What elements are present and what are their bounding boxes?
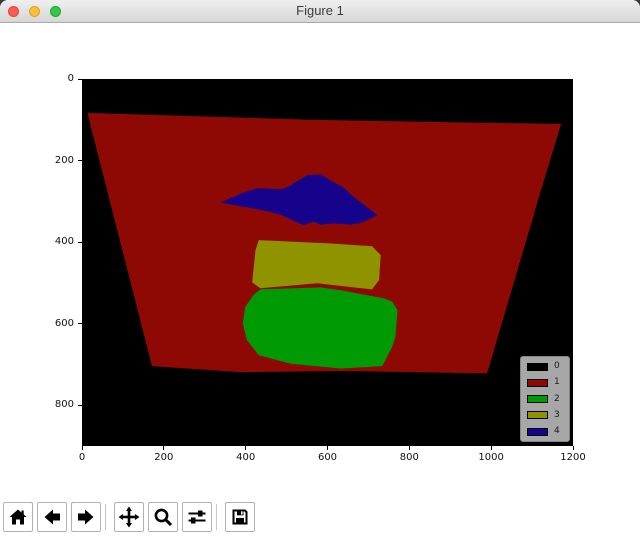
x-tick bbox=[327, 446, 328, 450]
legend-label: 0 bbox=[554, 362, 560, 371]
y-tick bbox=[78, 160, 82, 161]
y-tick-label: 800 bbox=[32, 399, 74, 410]
y-tick bbox=[78, 323, 82, 324]
legend-label: 1 bbox=[554, 378, 560, 387]
x-tick bbox=[82, 446, 83, 450]
save-icon bbox=[229, 506, 251, 528]
figure-canvas: 0 200 400 600 800 1000 1200 0 200 400 600 800 0 1 2 3 4 bbox=[0, 23, 640, 536]
forward-button[interactable] bbox=[71, 502, 101, 532]
y-tick-label: 600 bbox=[32, 318, 74, 329]
configure-subplots-icon bbox=[186, 506, 208, 528]
y-tick-label: 0 bbox=[32, 73, 74, 84]
x-tick bbox=[245, 446, 246, 450]
legend-entry: 2 bbox=[527, 395, 563, 404]
y-tick-label: 200 bbox=[32, 155, 74, 166]
home-icon bbox=[7, 506, 29, 528]
y-tick-label: 400 bbox=[32, 236, 74, 247]
legend-label: 2 bbox=[554, 395, 560, 404]
legend-label: 3 bbox=[554, 411, 560, 420]
back-icon bbox=[41, 506, 63, 528]
legend-swatch bbox=[527, 379, 548, 387]
configure-subplots-button[interactable] bbox=[182, 502, 212, 532]
y-tick bbox=[78, 79, 82, 80]
region-label-2 bbox=[243, 287, 398, 368]
zoom-to-rect-icon bbox=[152, 506, 174, 528]
legend-label: 4 bbox=[554, 427, 560, 436]
toolbar-separator bbox=[105, 504, 106, 530]
legend-swatch bbox=[527, 411, 548, 419]
x-tick-label: 1000 bbox=[478, 452, 503, 463]
legend-swatch bbox=[527, 363, 548, 371]
window-title: Figure 1 bbox=[0, 3, 640, 18]
legend-swatch bbox=[527, 428, 548, 436]
forward-icon bbox=[75, 506, 97, 528]
x-tick-label: 800 bbox=[400, 452, 419, 463]
legend-entry: 0 bbox=[527, 362, 563, 371]
x-tick bbox=[491, 446, 492, 450]
back-button[interactable] bbox=[37, 502, 67, 532]
home-button[interactable] bbox=[3, 502, 33, 532]
region-label-3 bbox=[252, 240, 380, 289]
legend-entry: 1 bbox=[527, 378, 563, 387]
x-tick bbox=[409, 446, 410, 450]
x-tick-label: 400 bbox=[236, 452, 255, 463]
x-tick-label: 600 bbox=[318, 452, 337, 463]
x-tick-label: 0 bbox=[79, 452, 85, 463]
toolbar-separator bbox=[216, 504, 217, 530]
figure-window: Figure 1 0 200 400 600 800 1000 1200 0 200 400 600… bbox=[0, 0, 640, 536]
plot-area[interactable] bbox=[82, 79, 573, 446]
legend-entry: 3 bbox=[527, 411, 563, 420]
pan-icon bbox=[118, 506, 140, 528]
y-tick bbox=[78, 405, 82, 406]
zoom-to-rect-button[interactable] bbox=[148, 502, 178, 532]
save-button[interactable] bbox=[225, 502, 255, 532]
x-tick-label: 200 bbox=[154, 452, 173, 463]
pan-button[interactable] bbox=[114, 502, 144, 532]
x-tick bbox=[163, 446, 164, 450]
legend-entry: 4 bbox=[527, 427, 563, 436]
x-tick-label: 1200 bbox=[560, 452, 585, 463]
y-tick bbox=[78, 242, 82, 243]
titlebar[interactable]: Figure 1 bbox=[0, 0, 640, 23]
legend: 0 1 2 3 4 bbox=[520, 356, 570, 442]
plot-svg bbox=[82, 79, 573, 446]
x-tick bbox=[573, 446, 574, 450]
legend-swatch bbox=[527, 395, 548, 403]
